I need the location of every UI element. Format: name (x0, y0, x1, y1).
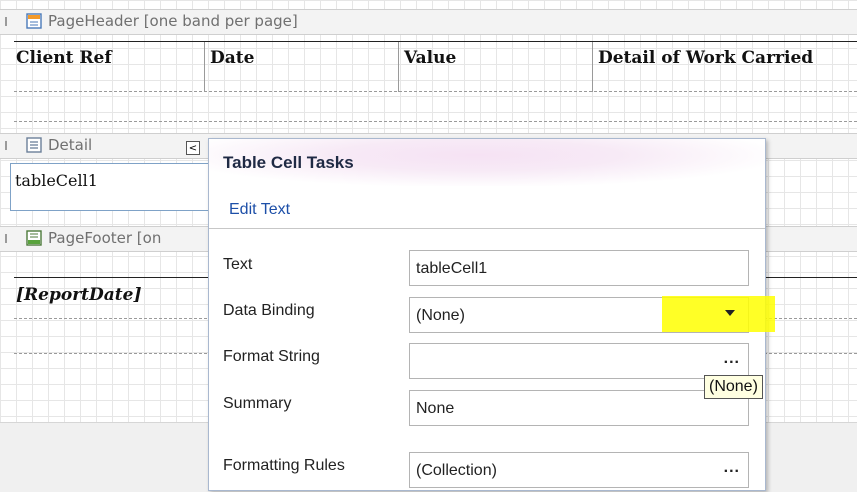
formatting-rules-field[interactable]: (Collection) ... (409, 452, 749, 488)
dropdown-arrow-icon[interactable] (725, 310, 735, 316)
format-string-field[interactable]: ... (409, 343, 749, 379)
text-field[interactable]: tableCell1 (409, 250, 749, 286)
formatting-rules-value: (Collection) (416, 462, 497, 479)
band-boundary (14, 121, 857, 122)
detail-icon (26, 137, 42, 153)
header-cell-detail-of-work[interactable]: Detail of Work Carried (598, 48, 813, 68)
detail-caption: Detail (48, 136, 93, 154)
page-header-caption: PageHeader [one band per page] (48, 12, 298, 30)
data-binding-value: (None) (416, 307, 465, 324)
column-divider (398, 42, 399, 92)
collapse-icon[interactable]: < (186, 141, 200, 155)
summary-label: Summary (223, 395, 292, 412)
data-binding-label: Data Binding (223, 302, 315, 319)
band-marker (5, 141, 7, 150)
band-marker (5, 234, 7, 243)
summary-value: None (416, 400, 455, 417)
formatting-rules-label: Formatting Rules (223, 457, 345, 474)
report-date-field[interactable]: [ReportDate] (16, 285, 142, 305)
text-field-value: tableCell1 (416, 260, 488, 277)
panel-title: Table Cell Tasks (223, 153, 354, 172)
page-header-band[interactable]: PageHeader [one band per page] (0, 9, 857, 35)
header-cell-value[interactable]: Value (404, 48, 456, 68)
table-cell-selected[interactable]: tableCell1 (10, 163, 212, 211)
edit-text-link[interactable]: Edit Text (229, 201, 290, 219)
tooltip: (None) (704, 375, 763, 399)
header-table[interactable]: Client Ref Date Value Detail of Work Car… (14, 41, 857, 92)
text-label: Text (223, 256, 253, 273)
band-boundary (14, 91, 857, 92)
column-divider (592, 42, 593, 92)
panel-divider (209, 228, 765, 229)
summary-field[interactable]: None (409, 390, 749, 426)
table-cell-text: tableCell1 (15, 171, 98, 190)
page-footer-caption: PageFooter [on (48, 229, 162, 247)
header-cell-client-ref[interactable]: Client Ref (16, 48, 112, 68)
page-header-icon (26, 13, 42, 29)
ellipsis-icon[interactable]: ... (724, 350, 740, 368)
column-divider (204, 42, 205, 92)
panel-title-bar: Table Cell Tasks (209, 139, 765, 186)
band-marker (5, 17, 7, 26)
header-cell-date[interactable]: Date (210, 48, 254, 68)
ellipsis-icon[interactable]: ... (724, 459, 740, 477)
page-footer-icon (26, 230, 42, 246)
highlight-marker (662, 296, 775, 332)
format-string-label: Format String (223, 348, 320, 365)
